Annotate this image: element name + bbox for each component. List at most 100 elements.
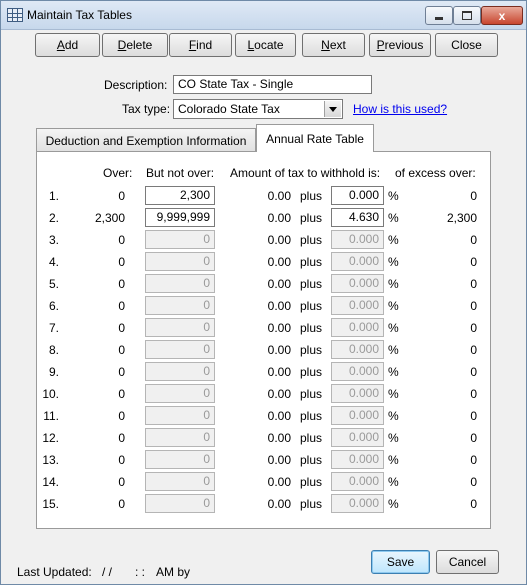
percent-sign: % [388,211,399,225]
but-not-over-field: 0 [145,230,215,249]
close-button[interactable]: Close [435,33,498,57]
rate-field[interactable]: 4.630 [331,208,384,227]
row-number: 12. [42,431,59,445]
find-button[interactable]: Find [169,33,232,57]
table-row: 2. 2,300 9,999,999 0.00 plus 4.630% 2,300 [1,207,527,229]
accelerator-letter: F [188,38,197,52]
percent-sign: % [388,189,399,203]
table-app-icon [7,8,23,22]
tax-type-value: Colorado State Tax [178,102,280,116]
how-is-this-used-link[interactable]: How is this used? [353,102,447,116]
but-not-over-field: 0 [145,318,215,337]
row-number: 11. [43,409,59,423]
over-value: 0 [118,387,125,401]
excess-over-value: 0 [470,277,477,291]
plus-text: plus [300,453,323,467]
table-row: 15. 0 0 0.00 plus 0.000% 0 [1,493,527,515]
amount-value: 0.00 [267,365,291,379]
but-not-over-field[interactable]: 9,999,999 [145,208,215,227]
rate-field[interactable]: 0.000 [331,186,384,205]
window-close-button[interactable]: x [481,6,523,25]
but-not-over-field: 0 [145,450,215,469]
rate-field: 0.000 [331,274,384,293]
button-label: ocate [254,38,284,52]
table-row: 9. 0 0 0.00 plus 0.000% 0 [1,361,527,383]
over-value: 0 [118,277,125,291]
excess-over-value: 0 [470,343,477,357]
amount-value: 0.00 [267,255,291,269]
accelerator-letter: P [376,38,385,52]
row-number: 5. [48,277,59,291]
table-row: 4. 0 0 0.00 plus 0.000% 0 [1,251,527,273]
row-number: 3. [48,233,59,247]
but-not-over-field: 0 [145,296,215,315]
tax-type-label: Tax type: [122,102,171,116]
minimize-button[interactable] [425,6,453,25]
excess-over-value: 0 [470,497,477,511]
description-label: Description: [104,78,168,92]
excess-over-value: 0 [470,255,477,269]
row-number: 2. [48,211,59,225]
row-number: 15. [42,497,59,511]
table-row: 1. 0 2,300 0.00 plus 0.000% 0 [1,185,527,207]
plus-text: plus [300,277,323,291]
header-amount-to-withhold: Amount of tax to withhold is: [230,166,381,180]
maximize-button[interactable] [453,6,481,25]
percent-sign: % [388,299,399,313]
rate-field: 0.000 [331,230,384,249]
description-field[interactable]: CO State Tax - Single [173,75,372,94]
excess-over-value: 0 [470,365,477,379]
percent-sign: % [388,497,399,511]
percent-sign: % [388,233,399,247]
accelerator-letter: D [117,38,127,52]
cancel-button[interactable]: Cancel [436,550,499,574]
amount-value: 0.00 [267,497,291,511]
add-button[interactable]: Add [35,33,100,57]
button-label: ext [329,38,346,52]
rate-field: 0.000 [331,406,384,425]
delete-button[interactable]: Delete [102,33,168,57]
over-value: 0 [118,321,125,335]
plus-text: plus [300,233,323,247]
over-value: 0 [118,497,125,511]
amount-value: 0.00 [267,321,291,335]
over-value: 0 [118,189,125,203]
excess-over-value: 0 [470,475,477,489]
over-value: 0 [118,255,125,269]
over-value: 0 [118,453,125,467]
tab-deduction-exemption[interactable]: Deduction and Exemption Information [36,128,256,152]
plus-text: plus [300,409,323,423]
row-number: 10. [42,387,59,401]
dropdown-arrow-button[interactable] [324,101,341,117]
amount-value: 0.00 [267,431,291,445]
last-updated-label: Last Updated: [17,565,92,579]
but-not-over-field[interactable]: 2,300 [145,186,215,205]
title-bar[interactable]: Maintain Tax Tables x [1,1,526,30]
amount-value: 0.00 [267,211,291,225]
accelerator-letter: L [247,38,255,52]
next-button[interactable]: Next [302,33,365,57]
over-value: 0 [118,475,125,489]
tab-annual-rate-table[interactable]: Annual Rate Table [256,124,374,152]
last-updated-ampm-by: AM by [156,565,191,579]
plus-text: plus [300,497,323,511]
button-label: Close [451,38,482,52]
percent-sign: % [388,277,399,291]
percent-sign: % [388,431,399,445]
tax-type-select[interactable]: Colorado State Tax [173,99,343,119]
but-not-over-field: 0 [145,494,215,513]
locate-button[interactable]: Locate [235,33,296,57]
rate-field: 0.000 [331,472,384,491]
amount-value: 0.00 [267,409,291,423]
row-number: 8. [48,343,59,357]
row-number: 13. [42,453,59,467]
previous-button[interactable]: Previous [369,33,431,57]
save-button[interactable]: Save [371,550,430,574]
over-value: 0 [118,431,125,445]
rate-field: 0.000 [331,428,384,447]
maintain-tax-tables-window: Maintain Tax Tables x Add Delete Find Locat… [0,0,527,585]
maximize-icon [462,11,472,20]
amount-value: 0.00 [267,277,291,291]
excess-over-value: 0 [470,299,477,313]
button-label: ind [196,38,213,52]
